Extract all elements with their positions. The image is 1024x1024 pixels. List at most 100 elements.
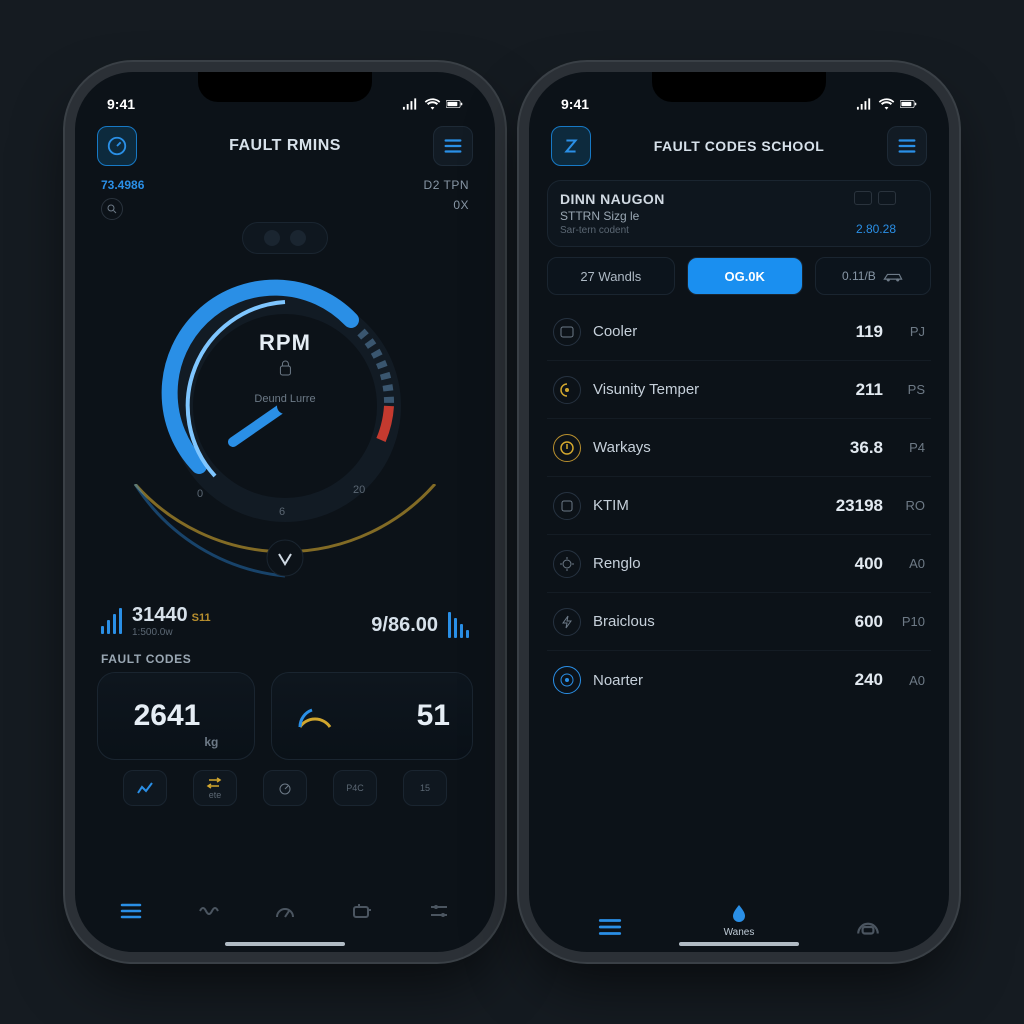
meta-row: 73.4986 D2 TPN 0X bbox=[93, 172, 477, 220]
app-icon-button[interactable] bbox=[97, 126, 137, 166]
car-icon bbox=[882, 269, 904, 283]
status-time: 9:41 bbox=[107, 96, 135, 112]
item-label: Renglo bbox=[593, 555, 823, 572]
waves-icon bbox=[196, 901, 220, 921]
stat-left: 31440S11 1:500.0w bbox=[101, 604, 211, 638]
meta-left: 73.4986 bbox=[101, 178, 144, 192]
stat-left-bars bbox=[101, 608, 122, 634]
battery-icon bbox=[900, 98, 917, 110]
fault-codes-label: FAULT CODES bbox=[93, 642, 477, 672]
list-item[interactable]: Warkays 36.8 P4 bbox=[547, 419, 931, 477]
meta-right-bottom: 0X bbox=[424, 198, 469, 212]
list-item[interactable]: Braiclous 600 P10 bbox=[547, 593, 931, 651]
home-indicator bbox=[225, 942, 345, 946]
gauge-skirt bbox=[115, 484, 455, 594]
info-icon bbox=[553, 666, 581, 694]
drop-icon bbox=[726, 903, 752, 925]
wifi-icon bbox=[878, 98, 895, 110]
item-value: 119 bbox=[823, 322, 883, 342]
tab-sensors[interactable] bbox=[196, 901, 220, 921]
chip-5-label: 15 bbox=[420, 783, 430, 793]
signal-icon bbox=[136, 781, 154, 795]
page-title: FAULT RMINS bbox=[229, 137, 341, 155]
list-item[interactable]: Noarter 240 A0 bbox=[547, 651, 931, 709]
menu-button[interactable] bbox=[433, 126, 473, 166]
item-unit: RO bbox=[891, 498, 925, 513]
stat-right-value: 9/86.00 bbox=[371, 614, 438, 637]
list-item[interactable]: Renglo 400 A0 bbox=[547, 535, 931, 593]
phone-dashboard: 9:41 FAULT RMINS 73.4986 D2 TPN 0X bbox=[75, 72, 495, 952]
menu-button[interactable] bbox=[887, 126, 927, 166]
chip-2[interactable]: ete bbox=[193, 770, 237, 806]
mini-gauge-icon bbox=[294, 695, 336, 737]
item-label: KTIM bbox=[593, 497, 823, 514]
item-unit: P4 bbox=[891, 440, 925, 455]
rpm-gauge: RPM Deund Lurre 0 6 20 bbox=[93, 240, 477, 600]
item-label: Noarter bbox=[593, 672, 823, 689]
chip-5[interactable]: 15 bbox=[403, 770, 447, 806]
search-icon bbox=[106, 203, 118, 215]
fault-card-1-value: 2641 bbox=[134, 699, 201, 733]
stat-right-bars bbox=[448, 612, 469, 638]
item-value: 240 bbox=[823, 670, 883, 690]
tab-home[interactable] bbox=[119, 901, 143, 921]
tab-menu[interactable] bbox=[597, 916, 623, 938]
status-icons bbox=[856, 96, 917, 112]
speed-icon bbox=[273, 901, 297, 921]
tab-bar bbox=[93, 884, 477, 938]
list-item[interactable]: Visunity Temper 211 PS bbox=[547, 361, 931, 419]
dial-icon bbox=[276, 781, 294, 795]
gauge-label: RPM bbox=[254, 330, 315, 356]
notch bbox=[198, 72, 372, 102]
item-value: 600 bbox=[823, 612, 883, 632]
status-time: 9:41 bbox=[561, 96, 589, 112]
seg-filter[interactable]: 27 Wandls bbox=[547, 257, 675, 295]
dash-icon bbox=[855, 916, 881, 938]
chip-4-label: P4C bbox=[346, 783, 364, 793]
top-bar: FAULT CODES SCHOOL bbox=[547, 116, 931, 172]
seg-vehicle[interactable]: 0.11/B bbox=[815, 257, 931, 295]
battery-icon bbox=[446, 98, 463, 110]
cellular-icon bbox=[856, 98, 873, 110]
item-unit: P10 bbox=[891, 614, 925, 629]
panel-sub1: STTRN Sizg le bbox=[560, 209, 918, 223]
item-value: 400 bbox=[823, 554, 883, 574]
tab-dash[interactable] bbox=[855, 916, 881, 938]
temp-icon bbox=[553, 376, 581, 404]
stat-right: 9/86.00 bbox=[371, 612, 469, 638]
list-item[interactable]: KTIM 23198 RO bbox=[547, 477, 931, 535]
phone-fault-list: 9:41 FAULT CODES SCHOOL DINN NAUGON STTR… bbox=[529, 72, 949, 952]
stat-left-value: 31440S11 bbox=[132, 604, 211, 627]
status-icons bbox=[402, 96, 463, 112]
item-label: Visunity Temper bbox=[593, 381, 823, 398]
tab-engine[interactable] bbox=[350, 901, 374, 921]
wifi-icon bbox=[424, 98, 441, 110]
search-button[interactable] bbox=[101, 198, 123, 220]
list-item[interactable]: Cooler 119 PJ bbox=[547, 303, 931, 361]
chip-3[interactable] bbox=[263, 770, 307, 806]
item-value: 23198 bbox=[823, 496, 883, 516]
fault-cards: 2641 kg 51 bbox=[93, 672, 477, 760]
list-icon bbox=[119, 901, 143, 921]
item-value: 211 bbox=[823, 380, 883, 400]
lock-icon bbox=[278, 360, 292, 376]
item-label: Cooler bbox=[593, 323, 823, 340]
back-button[interactable] bbox=[551, 126, 591, 166]
fault-card-2-value: 51 bbox=[417, 699, 450, 733]
cellular-icon bbox=[402, 98, 419, 110]
item-label: Braiclous bbox=[593, 613, 823, 630]
stat-left-sub: 1:500.0w bbox=[132, 627, 211, 638]
fault-card-1-unit: kg bbox=[204, 735, 218, 759]
tab-settings[interactable] bbox=[427, 901, 451, 921]
tab-gauge[interactable] bbox=[273, 901, 297, 921]
chip-1[interactable] bbox=[123, 770, 167, 806]
bolt-icon bbox=[553, 608, 581, 636]
panel-ico-1 bbox=[854, 191, 872, 205]
item-unit: PS bbox=[891, 382, 925, 397]
fault-card-2[interactable]: 51 bbox=[271, 672, 473, 760]
fault-card-1[interactable]: 2641 kg bbox=[97, 672, 255, 760]
chip-4[interactable]: P4C bbox=[333, 770, 377, 806]
warn-icon bbox=[553, 434, 581, 462]
seg-primary[interactable]: OG.0K bbox=[687, 257, 803, 295]
tab-wanes[interactable]: Wanes bbox=[724, 903, 755, 938]
